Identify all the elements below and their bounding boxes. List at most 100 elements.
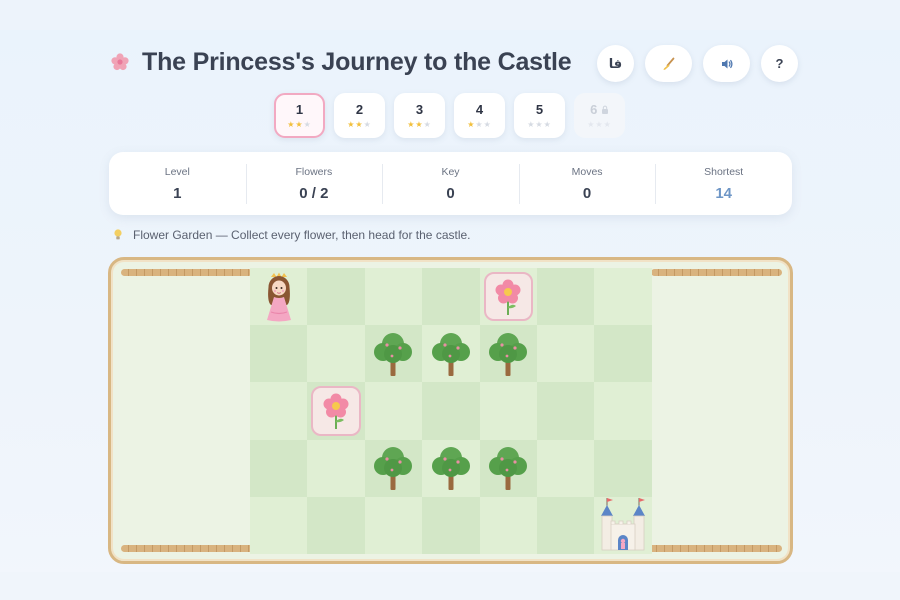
level-tab-5[interactable]: 5 ★★★ <box>514 93 565 138</box>
board-cell[interactable] <box>594 325 652 383</box>
board-cell[interactable] <box>307 496 365 554</box>
page-title: The Princess's Journey to the Castle <box>142 47 572 76</box>
level-stars: ★★★ <box>527 120 552 129</box>
board-cell[interactable] <box>536 325 595 383</box>
board-cell[interactable] <box>250 382 308 440</box>
board-cell[interactable] <box>364 496 423 554</box>
language-button[interactable]: فا <box>597 45 634 82</box>
stat-label: Flowers <box>295 165 333 178</box>
board-cell[interactable] <box>479 382 537 440</box>
stat-label: Moves <box>571 165 603 178</box>
board-cell[interactable] <box>594 439 652 497</box>
level-tab-2[interactable]: 2 ★★★ <box>334 93 385 138</box>
castle-icon <box>601 498 646 551</box>
stat-level: Level 1 <box>109 162 246 206</box>
level-tab-label: 3 <box>415 102 424 117</box>
tree-icon <box>374 332 413 376</box>
stat-label: Level <box>164 165 190 178</box>
level-tab-label: 5 <box>535 102 544 117</box>
level-stars: ★★★ <box>407 120 432 129</box>
board-cell[interactable] <box>536 268 595 326</box>
sound-button[interactable] <box>703 45 750 82</box>
stat-label: Shortest <box>704 165 744 178</box>
level-tab-3[interactable]: 3 ★★★ <box>394 93 445 138</box>
board-cell[interactable] <box>364 325 423 383</box>
game-board <box>108 257 793 564</box>
level-tab-label: 6 <box>590 102 609 117</box>
board-cell[interactable] <box>536 496 595 554</box>
tree-icon <box>431 332 470 376</box>
flower-icon <box>111 53 129 71</box>
board-cell[interactable] <box>422 439 480 497</box>
board-cell[interactable] <box>307 439 365 497</box>
bottom-band <box>0 572 900 600</box>
tree-icon <box>431 447 470 491</box>
tree-icon <box>374 447 413 491</box>
board-cell[interactable] <box>479 439 537 497</box>
board-cell[interactable] <box>307 268 365 326</box>
stat-moves: Moves 0 <box>518 162 656 206</box>
level-hint: Flower Garden — Collect every flower, th… <box>112 228 471 242</box>
board-cell[interactable] <box>307 382 365 440</box>
flower-icon <box>323 393 349 429</box>
header: The Princess's Journey to the Castle <box>110 44 572 80</box>
level-stars: ★★★ <box>467 120 492 129</box>
level-stars: ★★★ <box>347 120 372 129</box>
board-cell[interactable] <box>364 439 423 497</box>
board-cell[interactable] <box>422 268 480 326</box>
board-cell[interactable] <box>422 382 480 440</box>
fence-top-right <box>651 269 782 276</box>
board-cell[interactable] <box>250 268 308 326</box>
stat-flowers: Flowers 0 / 2 <box>245 162 383 206</box>
broom-icon <box>663 57 674 70</box>
board-cell[interactable] <box>250 325 308 383</box>
board-cell[interactable] <box>479 496 537 554</box>
language-icon: فا <box>608 55 623 71</box>
speaker-icon <box>721 59 733 68</box>
stat-value: 0 / 2 <box>299 184 329 202</box>
restart-button[interactable] <box>645 45 692 82</box>
stat-value: 0 <box>582 184 592 202</box>
flower-icon <box>495 279 521 315</box>
board-cell[interactable] <box>594 496 652 554</box>
level-tab-label: 1 <box>295 102 304 117</box>
board-cell[interactable] <box>422 325 480 383</box>
board-cell[interactable] <box>307 325 365 383</box>
lock-icon <box>601 105 608 114</box>
tree-icon <box>489 447 528 491</box>
board-cell[interactable] <box>364 382 423 440</box>
lightbulb-icon <box>114 229 122 240</box>
stats-panel: Level 1 Flowers 0 / 2 Key 0 Moves 0 Shor… <box>109 152 792 215</box>
stat-label: Key <box>441 165 460 178</box>
tree-icon <box>489 332 528 376</box>
board-cell[interactable] <box>536 439 595 497</box>
board-cell[interactable] <box>594 268 652 326</box>
stat-value: 14 <box>715 184 733 202</box>
board-cell[interactable] <box>479 268 537 326</box>
top-band <box>0 0 900 30</box>
board-cell[interactable] <box>479 325 537 383</box>
fence-top-left <box>121 269 252 276</box>
board-cell[interactable] <box>422 496 480 554</box>
board-grid <box>250 268 652 554</box>
board-cell[interactable] <box>250 439 308 497</box>
header-buttons: فا ? <box>597 45 798 82</box>
board-cell[interactable] <box>594 382 652 440</box>
board-cell[interactable] <box>250 496 308 554</box>
board-cell[interactable] <box>364 268 423 326</box>
level-tab-4[interactable]: 4 ★★★ <box>454 93 505 138</box>
level-tabs: 1 ★★★ 2 ★★★ 3 ★★★ 4 ★★★ 5 ★★★ 6 ★★★ <box>274 93 625 138</box>
stat-key: Key 0 <box>382 162 519 206</box>
level-tab-1[interactable]: 1 ★★★ <box>274 93 325 138</box>
stat-value: 1 <box>173 184 182 202</box>
level-tab-6: 6 ★★★ <box>574 93 625 138</box>
princess-icon <box>266 272 291 322</box>
stat-value: 0 <box>446 184 455 202</box>
hint-text: Flower Garden — Collect every flower, th… <box>133 228 471 242</box>
stat-shortest: Shortest 14 <box>655 162 792 206</box>
level-stars: ★★★ <box>287 120 312 129</box>
help-button[interactable]: ? <box>761 45 798 82</box>
board-cell[interactable] <box>536 382 595 440</box>
level-tab-label: 4 <box>475 102 484 117</box>
help-icon: ? <box>775 56 784 71</box>
